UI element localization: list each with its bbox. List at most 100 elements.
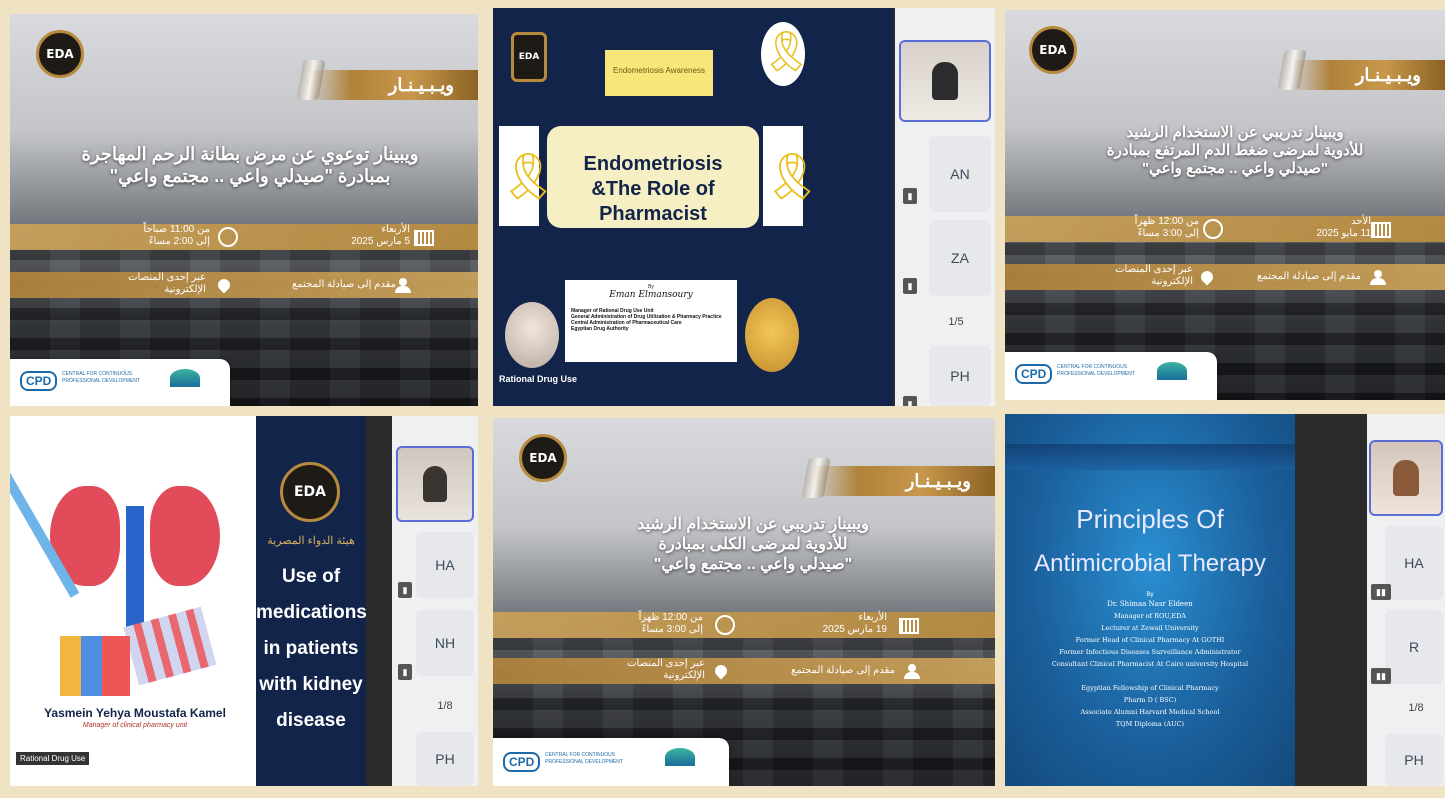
video-tile-active[interactable] <box>899 40 991 122</box>
video-tile-active[interactable] <box>1369 440 1443 516</box>
time-to: إلى 3:00 مساءً <box>641 624 703 635</box>
presenter-name: Yasmein Yehya Moustafa Kamel <box>44 706 226 720</box>
eda-logo: EDA <box>1029 26 1077 74</box>
ribbon-icon: 🎗 <box>761 22 812 86</box>
cpd-text-2: PROFESSIONAL DEVELOPMENT <box>545 759 623 765</box>
slide-antimicrobial: Principles Of Antimicrobial Therapy By D… <box>1005 414 1295 786</box>
day: الأربعاء <box>381 224 410 235</box>
cred-2: Former Head of Clinical Pharmacy At GOTH… <box>1075 636 1225 644</box>
date: 11 مايو 2025 <box>1316 228 1371 239</box>
time-from: من 12:00 ظهراً <box>638 612 703 623</box>
slide-kidney-title: EDA هيئة الدواء المصرية Use of medicatio… <box>256 416 367 786</box>
time-to: إلى 2:00 مساءً <box>148 236 210 247</box>
cpd-text-1: CENTRAL FOR CONTINUOUS <box>1057 364 1128 370</box>
participant-tile[interactable]: HA <box>416 532 474 598</box>
women-photo <box>745 298 799 372</box>
awareness-badge: Endometriosis Awareness <box>605 50 713 96</box>
poster-title-line3: "صيدلي واعي .. مجتمع واعي" <box>1141 160 1329 177</box>
poster-title-line2: للأدوية لمرضى الكلى بمبادرة <box>658 536 848 553</box>
cpd-footer: CPD CENTRAL FOR CONTINUOUS PROFESSIONAL … <box>493 738 729 786</box>
date: 19 مارس 2025 <box>822 624 887 635</box>
webinar-label: ويـبـيـنـار <box>813 466 995 496</box>
mic-icon: ▮ <box>398 664 412 680</box>
mic-icon: ▮▮ <box>1371 668 1391 684</box>
cred-5: Egyptian Fellowship of Clinical Pharmacy <box>1081 684 1219 692</box>
person-icon <box>394 278 412 293</box>
participants-panel: AN ▮ ZA ▮ 1/5 PH ▮ <box>895 8 995 406</box>
arabic-name: هيئة الدواء المصرية <box>267 535 355 547</box>
eda-logo: EDA <box>280 462 340 522</box>
webinar-label: ويـبـيـنـار <box>310 70 478 100</box>
slide-title-1: Use of <box>281 566 341 587</box>
participant-tile[interactable]: PH <box>416 732 474 786</box>
cred-1: Lecturer at Zewail University <box>1101 624 1199 632</box>
person-icon <box>1369 270 1387 285</box>
partner-logo <box>1157 362 1187 380</box>
day: الأحد <box>1351 216 1371 227</box>
slide-title: Endometriosis &The Role of Pharmacist <box>547 126 759 228</box>
participant-tile[interactable]: NH <box>416 610 474 676</box>
corner-label: Rational Drug Use <box>499 374 578 384</box>
ribbon-icon-right: 🎗 <box>763 126 821 226</box>
participant-avatar <box>423 466 447 502</box>
cred-3: Former Infectious Diseases Surveillance … <box>1059 648 1241 656</box>
mic-icon: ▮ <box>903 188 917 204</box>
slide-title-5: disease <box>276 710 346 731</box>
mic-icon: ▮▮ <box>1371 584 1391 600</box>
cpd-text-2: PROFESSIONAL DEVELOPMENT <box>1057 371 1135 377</box>
patient-photo <box>505 302 559 368</box>
participant-tile[interactable]: AN <box>929 136 991 212</box>
slide-title-4: with kidney <box>259 674 363 695</box>
platform-line1: عبر إحدى المنصات <box>128 272 206 283</box>
webinar-poster-1: EDA ويـبـيـنـار ويبينار توعوي عن مرض بطا… <box>10 14 478 406</box>
presenter: مقدم إلى صيادلة المجتمع <box>791 665 895 676</box>
platform-line2: الإلكترونية <box>1151 276 1193 287</box>
clock-icon <box>715 615 735 635</box>
participant-tile[interactable]: ZA <box>929 220 991 296</box>
calendar-icon <box>414 230 434 246</box>
video-tile-active[interactable] <box>396 446 474 522</box>
slide-title-1: Principles Of <box>1076 504 1224 534</box>
cpd-text-1: CENTRAL FOR CONTINUOUS <box>545 752 616 758</box>
participants-panel: HA ▮▮ R ▮▮ 1/8 PH <box>1367 414 1445 786</box>
calendar-icon <box>1371 222 1391 238</box>
participant-tile[interactable]: R <box>1385 610 1443 684</box>
date: 5 مارس 2025 <box>351 236 410 247</box>
pager[interactable]: 1/5 <box>931 316 981 328</box>
platform-line2: الإلكترونية <box>164 284 206 295</box>
by-label: By <box>1146 592 1154 598</box>
author-role-4: Egyptian Drug Authority <box>571 326 629 332</box>
slide-header-stripe <box>1005 444 1295 470</box>
webinar-poster-2: EDA ويـبـيـنـار ويبينار تدريبي عن الاستخ… <box>1005 10 1445 400</box>
participant-tile[interactable]: HA <box>1385 526 1443 600</box>
presenter: مقدم إلى صيادلة المجتمع <box>292 279 396 290</box>
presenter-role: Manager of clinical pharmacy unit <box>82 722 188 729</box>
poster-title-line1: ويبينار تدريبي عن الاستخدام الرشيد <box>637 516 869 533</box>
ribbon-icon-left: 🎗 <box>499 126 557 226</box>
cred-6: Pharm D ( BSC) <box>1123 696 1177 704</box>
mic-icon: ▮ <box>903 396 917 406</box>
eda-logo: EDA <box>36 30 84 78</box>
cpd-logo: CPD <box>1015 364 1053 384</box>
author-name: Dr. Shimaa Nasr Eldeen <box>1107 600 1193 608</box>
eda-logo: EDA <box>511 32 547 82</box>
cpd-text-1: CENTRAL FOR CONTINUOUS <box>62 371 133 377</box>
slide-title-3: in patients <box>263 638 359 659</box>
partner-logo <box>170 369 200 387</box>
author-card: By Eman Elmansoury Manager of Rational D… <box>565 280 737 362</box>
author-name: Eman Elmansoury <box>609 290 693 300</box>
poster-title-line2: بمبادرة "صيدلي واعي .. مجتمع واعي" <box>109 166 391 186</box>
presenter: مقدم إلى صيادلة المجتمع <box>1257 271 1361 282</box>
person-icon <box>903 664 921 679</box>
participant-tile[interactable]: PH <box>1385 734 1443 786</box>
webinar-label: ويـبـيـنـار <box>1293 60 1445 90</box>
slide-title-2: Antimicrobial Therapy <box>1034 550 1266 577</box>
pager[interactable]: 1/8 <box>420 700 470 712</box>
medicine-bottles <box>60 636 130 696</box>
participant-avatar <box>932 62 958 100</box>
pager[interactable]: 1/8 <box>1391 702 1441 714</box>
cpd-text-2: PROFESSIONAL DEVELOPMENT <box>62 378 140 384</box>
webinar-poster-3: EDA ويـبـيـنـار ويبينار تدريبي عن الاستخ… <box>493 418 995 786</box>
participant-tile[interactable]: PH <box>929 346 991 406</box>
poster-title-line2: للأدوية لمرضى ضغط الدم المرتفع بمبادرة <box>1106 142 1364 159</box>
